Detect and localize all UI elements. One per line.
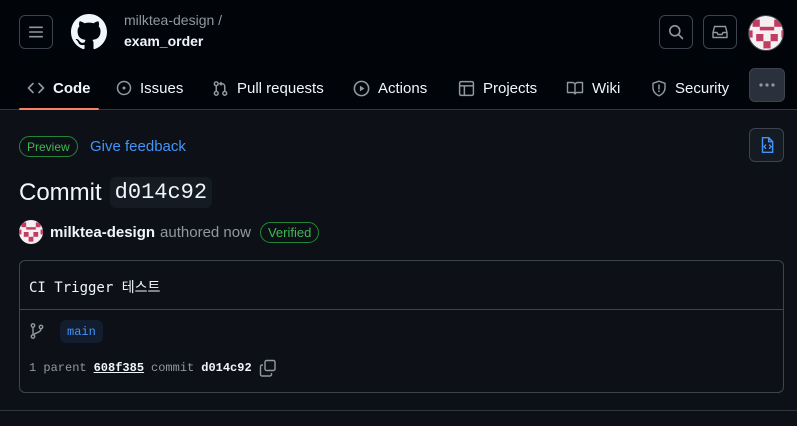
tab-issues[interactable]: Issues — [116, 66, 183, 110]
repo-owner-link[interactable]: milktea-design / — [124, 12, 222, 28]
git-branch-icon — [30, 323, 44, 339]
tab-code-label: Code — [53, 79, 91, 97]
tab-issues-label: Issues — [140, 79, 184, 97]
author-link[interactable]: milktea-design — [50, 224, 155, 241]
page-title-sha: d014c92 — [109, 177, 213, 208]
verified-badge[interactable]: Verified — [259, 221, 320, 243]
author-avatar[interactable] — [19, 220, 43, 244]
shield-icon — [652, 80, 666, 96]
tab-pull-requests[interactable]: Pull requests — [212, 66, 324, 110]
parent-sha-link[interactable]: 608f385 — [94, 361, 144, 375]
copy-icon[interactable] — [259, 359, 277, 377]
tab-projects[interactable]: Projects — [458, 66, 537, 110]
code-icon — [27, 82, 45, 94]
tab-code[interactable]: Code — [19, 66, 98, 110]
inbox-icon — [712, 25, 728, 39]
hamburger-icon — [29, 26, 43, 38]
book-icon — [566, 81, 584, 95]
kebab-horizontal-icon — [759, 83, 775, 87]
github-logo-icon[interactable] — [71, 14, 107, 50]
play-icon — [353, 80, 370, 96]
repo-name-link[interactable]: exam_order — [124, 33, 203, 49]
user-avatar[interactable] — [748, 15, 784, 51]
author-row: milktea-design authored now Verified — [19, 220, 320, 244]
authored-time: authored now — [160, 223, 251, 241]
table-icon — [458, 80, 475, 96]
search-icon — [669, 25, 684, 40]
parent-count: 1 parent — [29, 361, 87, 375]
branch-link[interactable]: main — [60, 320, 103, 343]
pull-request-icon — [213, 80, 228, 96]
page-title-prefix: Commit — [19, 178, 102, 206]
tab-wiki[interactable]: Wiki — [566, 66, 620, 110]
tab-security-label: Security — [675, 79, 730, 97]
parent-row: 1 parent 608f385 commit d014c92 — [29, 357, 277, 379]
more-tabs-button[interactable] — [749, 68, 785, 102]
browse-files-button[interactable] — [749, 128, 784, 162]
tab-actions[interactable]: Actions — [353, 66, 427, 110]
repo-nav-tabs: Code Issues Pull requests Actions Projec… — [0, 66, 797, 110]
commit-label: commit — [151, 361, 195, 375]
divider — [20, 309, 783, 310]
file-code-icon — [761, 136, 773, 154]
search-button[interactable] — [659, 15, 693, 49]
commit-message: CI Trigger 테스트 — [29, 280, 161, 296]
commit-details-box: CI Trigger 테스트 main 1 parent 608f385 com… — [19, 260, 784, 393]
tab-projects-label: Projects — [483, 79, 538, 97]
tab-security[interactable]: Security — [651, 66, 729, 110]
preview-badge: Preview — [19, 136, 78, 157]
page-title: Commit d014c92 — [19, 177, 213, 208]
commit-sha: d014c92 — [201, 361, 252, 375]
tab-actions-label: Actions — [378, 79, 428, 97]
divider — [0, 410, 797, 411]
hamburger-menu-button[interactable] — [19, 15, 53, 49]
app-header: milktea-design / exam_order Code Issues … — [0, 0, 797, 110]
give-feedback-link[interactable]: Give feedback — [90, 138, 186, 155]
inbox-button[interactable] — [703, 15, 737, 49]
tab-pull-requests-label: Pull requests — [237, 79, 324, 97]
issue-icon — [116, 80, 132, 96]
tab-wiki-label: Wiki — [592, 79, 621, 97]
